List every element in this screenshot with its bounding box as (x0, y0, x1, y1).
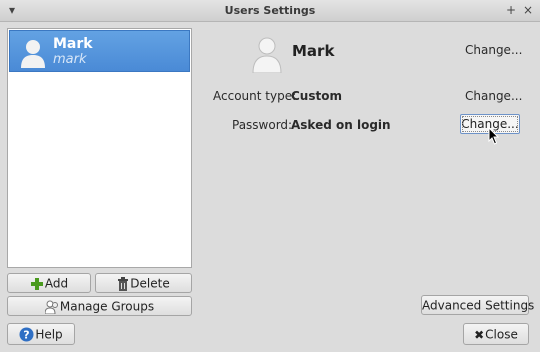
close-icon: ✖ (474, 327, 485, 342)
help-icon: ? (19, 327, 34, 342)
account-type-label: Account type: (213, 89, 297, 103)
account-type-value: Custom (291, 89, 342, 103)
advanced-settings-label: Advanced Settings (422, 298, 535, 313)
user-avatar-large-icon (252, 37, 282, 73)
pin-icon[interactable]: + (503, 2, 519, 18)
add-button[interactable]: Add (7, 273, 91, 293)
advanced-settings-button[interactable]: Advanced Settings (421, 295, 534, 315)
selected-user-name: Mark (292, 42, 335, 60)
password-label: Password: (232, 118, 293, 132)
user-name: Mark (53, 36, 93, 52)
manage-groups-button[interactable]: Manage Groups (7, 296, 192, 316)
close-label: Close (485, 327, 518, 342)
manage-groups-label: Manage Groups (59, 299, 155, 314)
user-avatar-icon (21, 40, 45, 68)
user-list[interactable]: Mark mark (7, 28, 192, 268)
add-label: Add (44, 276, 69, 291)
delete-button[interactable]: Delete (95, 273, 192, 293)
change-name-button[interactable]: Change... (465, 43, 522, 57)
user-login: mark (53, 52, 87, 67)
user-list-item[interactable]: Mark mark (9, 30, 190, 72)
close-window-icon[interactable]: × (520, 2, 536, 18)
delete-label: Delete (130, 276, 170, 291)
help-button[interactable]: ? Help (7, 323, 75, 345)
window-title: Users Settings (224, 4, 316, 17)
groups-icon (44, 300, 58, 314)
trash-icon (118, 276, 129, 291)
password-value: Asked on login (291, 118, 391, 132)
mouse-cursor-icon (488, 127, 500, 145)
title-bar: ▾ Users Settings + × (0, 0, 540, 22)
help-label: Help (35, 327, 63, 342)
users-settings-window: Mark mark Add Delete Manage Groups ? Hel… (0, 22, 540, 352)
close-button[interactable]: ✖Close (463, 323, 529, 345)
plus-icon (30, 277, 43, 290)
svg-text:?: ? (24, 329, 30, 342)
change-account-type-button[interactable]: Change... (465, 89, 522, 103)
